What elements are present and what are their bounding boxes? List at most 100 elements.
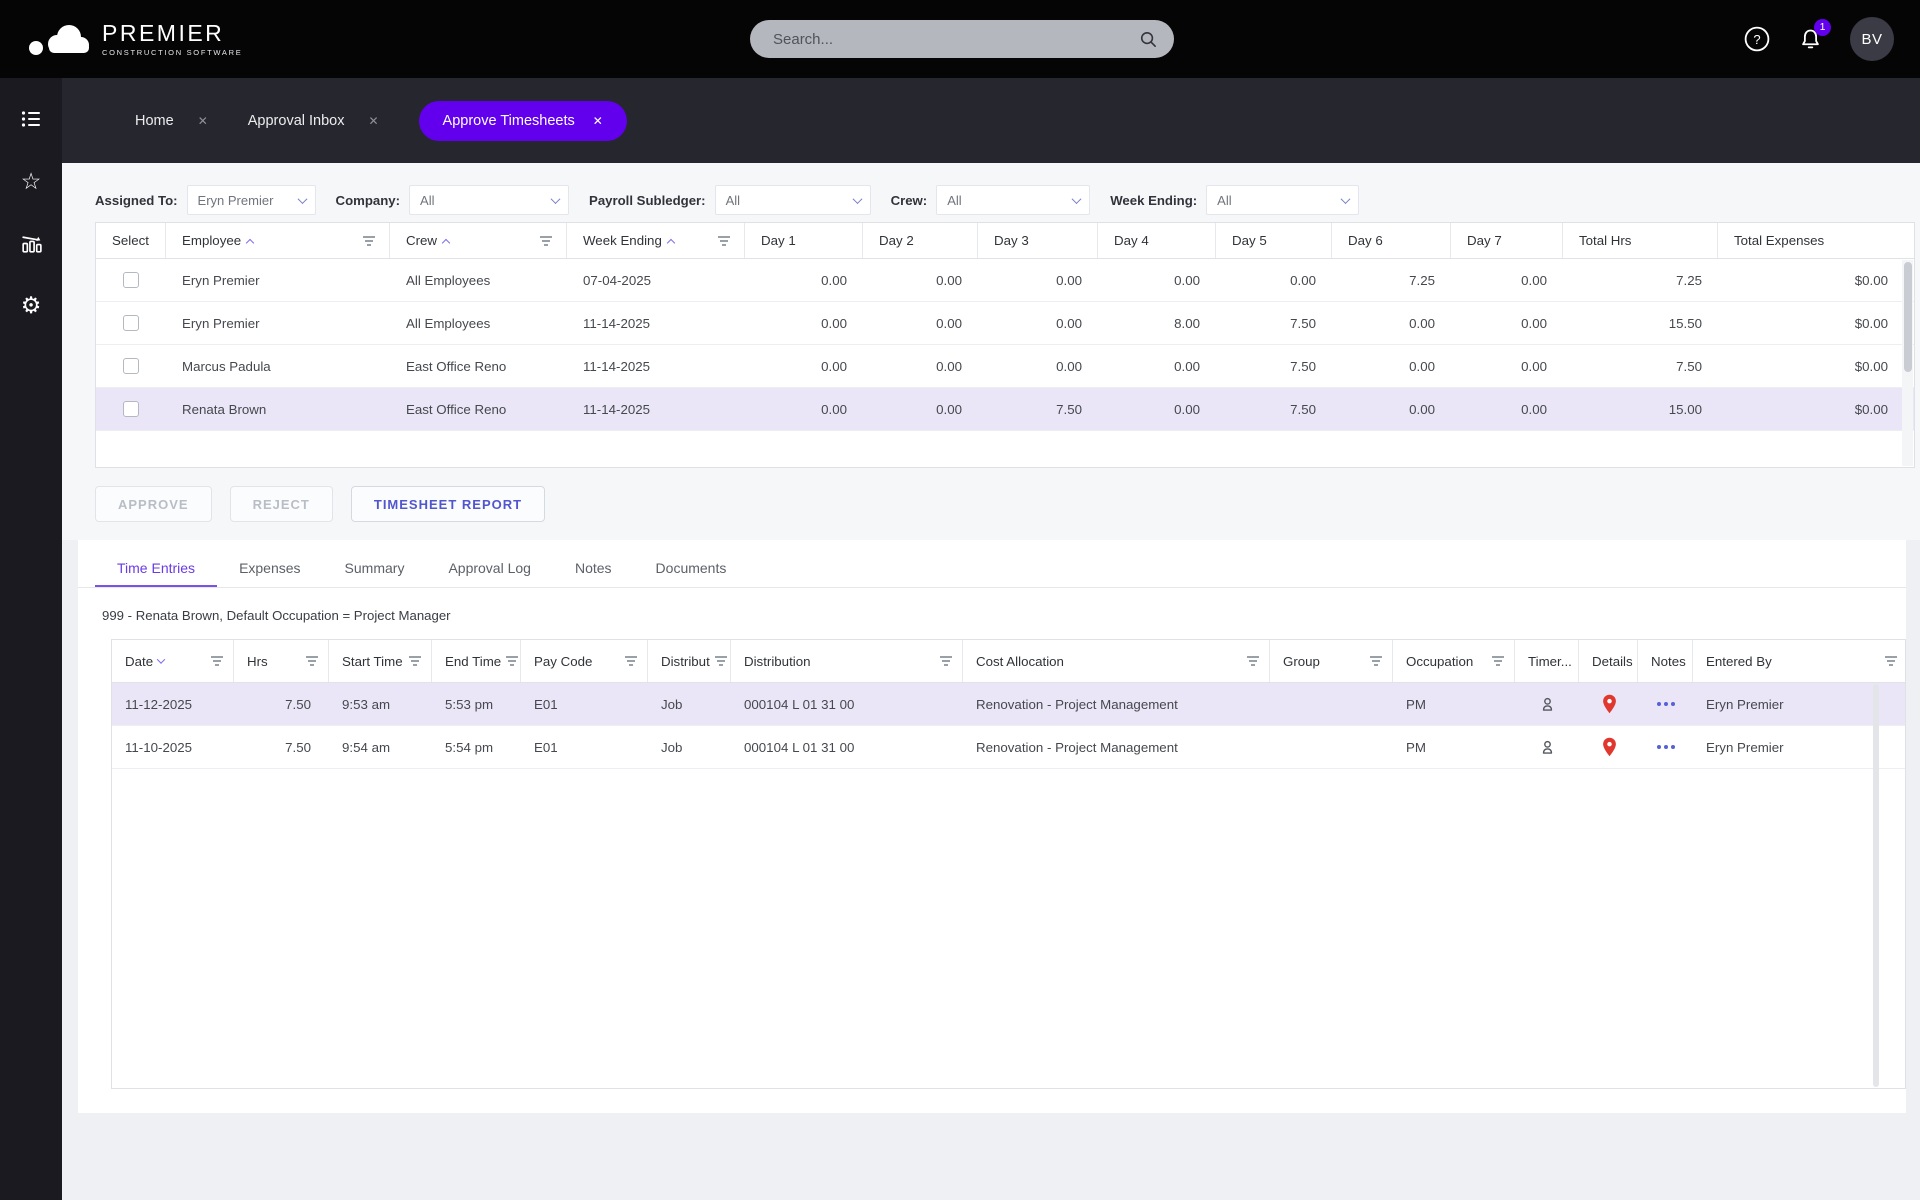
timesheet-row-selected[interactable]: Renata Brown East Office Reno 11-14-2025… (96, 388, 1914, 431)
col-entered-by[interactable]: Entered By (1693, 640, 1906, 682)
search-input[interactable] (750, 20, 1139, 58)
favorites-star-icon[interactable]: ☆ (18, 168, 44, 194)
col-label: Distribution (744, 654, 811, 669)
filter-company: Company: All (336, 185, 569, 215)
reject-button[interactable]: REJECT (230, 486, 333, 522)
crew-select[interactable]: All (936, 185, 1090, 215)
day6-cell: 0.00 (1332, 388, 1451, 430)
time-entry-row[interactable]: 11-10-2025 7.50 9:54 am 5:54 pm E01 Job … (112, 726, 1905, 769)
location-pin-icon[interactable] (1601, 737, 1618, 757)
payroll-subledger-select[interactable]: All (715, 185, 871, 215)
close-icon[interactable]: ✕ (368, 114, 378, 128)
filter-icon[interactable] (409, 656, 421, 666)
filter-icon[interactable] (211, 656, 223, 666)
close-icon[interactable]: ✕ (198, 114, 208, 128)
person-icon[interactable] (1538, 738, 1557, 757)
row-checkbox[interactable] (123, 272, 139, 288)
filter-icon[interactable] (1492, 656, 1504, 666)
close-icon[interactable]: ✕ (593, 114, 603, 128)
tab-documents[interactable]: Documents (634, 550, 749, 587)
col-distribution-type[interactable]: Distribut (648, 640, 731, 682)
timesheet-grid-scrollbar[interactable] (1902, 260, 1913, 466)
col-details[interactable]: Details (1579, 640, 1638, 682)
notifications-bell-icon[interactable]: 1 (1797, 26, 1824, 53)
settings-gear-icon[interactable]: ⚙ (18, 292, 44, 318)
col-total-expenses[interactable]: Total Expenses (1718, 223, 1904, 258)
filter-icon[interactable] (1370, 656, 1382, 666)
scrollbar-thumb[interactable] (1904, 262, 1912, 372)
col-week-ending[interactable]: Week Ending (567, 223, 745, 258)
col-label: Week Ending (583, 233, 662, 248)
approve-button[interactable]: APPROVE (95, 486, 212, 522)
tab-notes[interactable]: Notes (553, 550, 634, 587)
col-day4[interactable]: Day 4 (1098, 223, 1216, 258)
tab-approve-timesheets[interactable]: Approve Timesheets ✕ (419, 101, 627, 141)
col-day1[interactable]: Day 1 (745, 223, 863, 258)
col-occupation[interactable]: Occupation (1393, 640, 1515, 682)
timesheet-row[interactable]: Marcus Padula East Office Reno 11-14-202… (96, 345, 1914, 388)
col-start-time[interactable]: Start Time (329, 640, 432, 682)
tab-summary[interactable]: Summary (323, 550, 427, 587)
avatar[interactable]: BV (1850, 17, 1894, 61)
col-hrs[interactable]: Hrs (234, 640, 329, 682)
col-timer[interactable]: Timer... (1515, 640, 1579, 682)
filter-icon[interactable] (1885, 656, 1897, 666)
timesheet-row[interactable]: Eryn Premier All Employees 07-04-2025 0.… (96, 259, 1914, 302)
filter-icon[interactable] (715, 656, 727, 666)
timesheet-row[interactable]: Eryn Premier All Employees 11-14-2025 0.… (96, 302, 1914, 345)
col-notes[interactable]: Notes (1638, 640, 1693, 682)
reports-chart-icon[interactable] (18, 230, 44, 256)
filter-icon[interactable] (306, 656, 318, 666)
filter-icon[interactable] (1247, 656, 1259, 666)
col-day3[interactable]: Day 3 (978, 223, 1098, 258)
cell-text: 15.00 (1669, 402, 1702, 417)
person-icon[interactable] (1538, 695, 1557, 714)
week-ending-select[interactable]: All (1206, 185, 1359, 215)
tab-approval-log[interactable]: Approval Log (426, 550, 553, 587)
col-pay-code[interactable]: Pay Code (521, 640, 648, 682)
location-pin-icon[interactable] (1601, 694, 1618, 714)
filter-icon[interactable] (540, 236, 552, 246)
row-checkbox[interactable] (123, 358, 139, 374)
col-day7[interactable]: Day 7 (1451, 223, 1563, 258)
col-day5[interactable]: Day 5 (1216, 223, 1332, 258)
col-cost-allocation[interactable]: Cost Allocation (963, 640, 1270, 682)
menu-list-icon[interactable] (18, 106, 44, 132)
tab-approval-inbox[interactable]: Approval Inbox ✕ (248, 113, 379, 129)
help-icon[interactable]: ? (1743, 25, 1771, 53)
col-date[interactable]: Date (112, 640, 234, 682)
filter-icon[interactable] (625, 656, 637, 666)
col-employee[interactable]: Employee (166, 223, 390, 258)
col-crew[interactable]: Crew (390, 223, 567, 258)
filter-icon[interactable] (718, 236, 730, 246)
col-distribution[interactable]: Distribution (731, 640, 963, 682)
row-checkbox[interactable] (123, 401, 139, 417)
filter-icon[interactable] (506, 656, 518, 666)
filter-icon[interactable] (363, 236, 375, 246)
tab-time-entries[interactable]: Time Entries (95, 550, 217, 587)
col-day6[interactable]: Day 6 (1332, 223, 1451, 258)
time-entries-scrollbar[interactable] (1873, 684, 1879, 1087)
tab-expenses[interactable]: Expenses (217, 550, 322, 587)
col-group[interactable]: Group (1270, 640, 1393, 682)
company-select[interactable]: All (409, 185, 569, 215)
col-day2[interactable]: Day 2 (863, 223, 978, 258)
global-search[interactable] (750, 20, 1174, 58)
cell-text: 7.25 (1409, 273, 1435, 288)
tab-home[interactable]: Home ✕ (135, 113, 208, 129)
top-bar: PREMIER CONSTRUCTION SOFTWARE ? 1 BV (0, 0, 1920, 78)
row-checkbox[interactable] (123, 315, 139, 331)
time-entry-row-selected[interactable]: 11-12-2025 7.50 9:53 am 5:53 pm E01 Job … (112, 683, 1905, 726)
col-select[interactable]: Select (96, 223, 166, 258)
more-options-icon[interactable] (1657, 745, 1676, 750)
col-end-time[interactable]: End Time (432, 640, 521, 682)
more-options-icon[interactable] (1657, 702, 1676, 707)
assigned-to-select[interactable]: Eryn Premier (187, 185, 316, 215)
col-total-hrs[interactable]: Total Hrs (1563, 223, 1718, 258)
day7-cell: 0.00 (1451, 259, 1563, 301)
cell-text: 0.00 (936, 402, 962, 417)
cell-text: Renovation - Project Management (976, 697, 1178, 712)
search-icon[interactable] (1139, 30, 1158, 49)
filter-icon[interactable] (940, 656, 952, 666)
timesheet-report-button[interactable]: TIMESHEET REPORT (351, 486, 545, 522)
